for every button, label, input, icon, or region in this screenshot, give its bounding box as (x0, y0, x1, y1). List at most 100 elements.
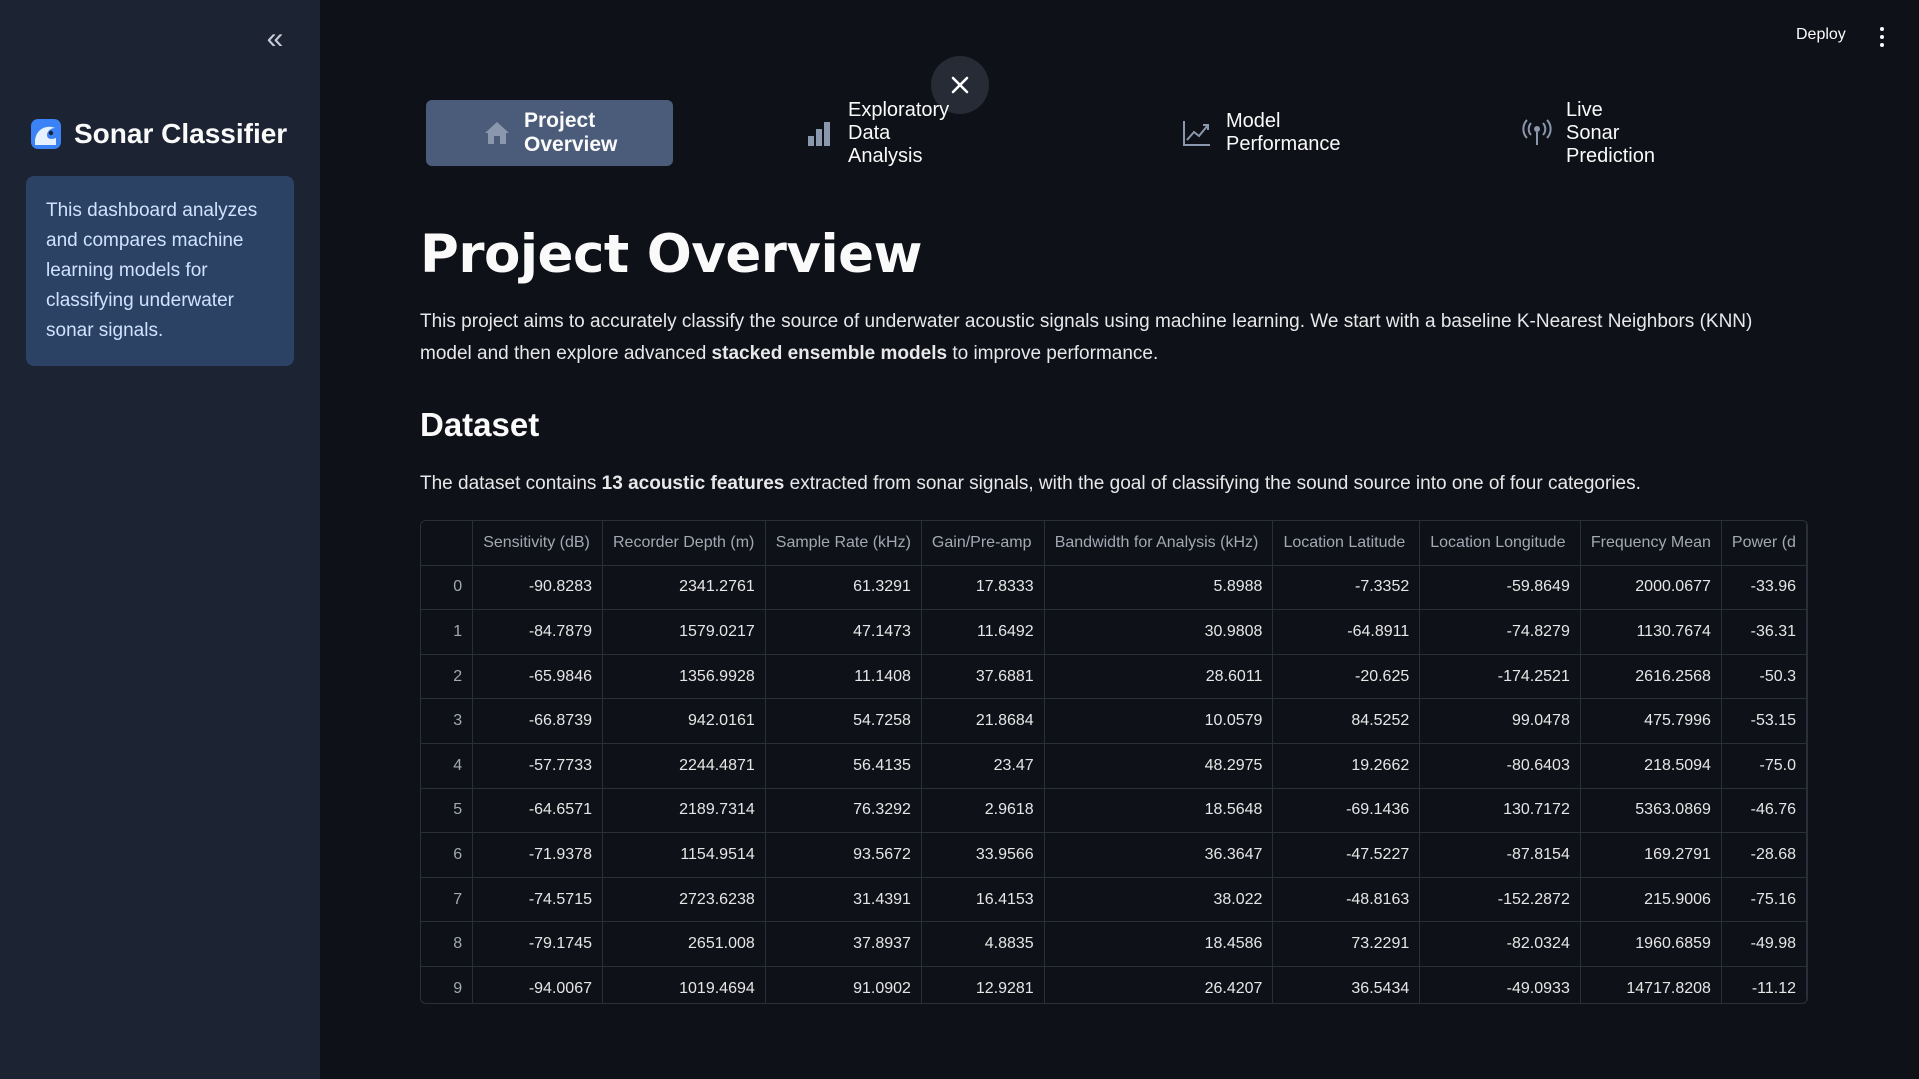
dataset-heading: Dataset (420, 406, 540, 443)
table-cell: -57.7733 (472, 743, 603, 789)
row-index: 6 (421, 832, 474, 878)
table-cell: 1960.6859 (1580, 921, 1722, 967)
table-cell: -80.6403 (1419, 743, 1581, 789)
table-cell: -64.8911 (1272, 609, 1421, 655)
page-title: Project Overview (420, 224, 923, 285)
sidebar-brand: Sonar Classifier (30, 118, 287, 150)
table-cell: 37.6881 (921, 654, 1045, 700)
table-cell: -50.3 (1721, 654, 1807, 700)
table-cell: 2723.6238 (602, 877, 766, 923)
table-cell: -66.8739 (472, 698, 603, 744)
table-cell: 17.8333 (921, 565, 1045, 611)
table-cell: 28.6011 (1044, 654, 1274, 700)
dataset-table[interactable]: Sensitivity (dB) Recorder Depth (m) Sample… (420, 520, 1808, 1004)
tab-label: Exploratory Data Analysis (848, 98, 950, 167)
table-row[interactable]: 2 -65.9846 1356.9928 11.1408 37.6881 28.6011 -… (421, 654, 1807, 700)
table-cell: -75.16 (1721, 877, 1807, 923)
table-cell: 14717.8208 (1580, 966, 1722, 1003)
table-cell: 5363.0869 (1580, 788, 1722, 834)
table-row[interactable]: 0 -90.8283 2341.2761 61.3291 17.8333 5.8988 -7… (421, 565, 1807, 611)
table-cell: 30.9808 (1044, 609, 1274, 655)
table-cell: -48.8163 (1272, 877, 1421, 923)
table-cell: -49.0933 (1419, 966, 1581, 1003)
table-row[interactable]: 6 -71.9378 1154.9514 93.5672 33.9566 36.3647-… (421, 832, 1807, 878)
column-header[interactable]: Location Longitude (1419, 521, 1581, 566)
column-header[interactable]: Location Latitude (1272, 521, 1421, 566)
table-cell: 12.9281 (921, 966, 1045, 1003)
table-cell: -152.2872 (1419, 877, 1581, 923)
intro-paragraph: This project aims to accurately classify… (420, 311, 1753, 364)
table-cell: -46.76 (1721, 788, 1807, 834)
row-index: 2 (421, 654, 474, 700)
table-cell: -33.96 (1721, 565, 1807, 611)
row-index: 9 (421, 966, 474, 1003)
table-cell: 47.1473 (765, 609, 922, 655)
column-header[interactable]: Gain/Pre-amp (921, 521, 1045, 566)
table-cell: 56.4135 (765, 743, 922, 789)
table-row[interactable]: 5 -64.6571 2189.7314 76.3292 2.9618 18.5648 -6… (421, 788, 1807, 834)
collapse-sidebar-icon[interactable]: « (258, 22, 292, 56)
table-cell: 73.2291 (1272, 921, 1421, 967)
table-cell: 61.3291 (765, 565, 922, 611)
table-cell: 130.7172 (1419, 788, 1581, 834)
table-cell: -75.0 (1721, 743, 1807, 789)
tab-live-sonar-prediction[interactable]: Live Sonar Prediction (1522, 99, 1655, 167)
table-cell: 169.2791 (1580, 832, 1722, 878)
table-row[interactable]: 9 -94.0067 1019.4694 91.0902 12.9281 26.4207 3… (421, 966, 1807, 1003)
table-cell: -69.1436 (1272, 788, 1421, 834)
table-cell: 54.7258 (765, 698, 922, 744)
column-header[interactable] (421, 521, 474, 566)
tab-model-performance[interactable]: Model Performance (1182, 100, 1341, 166)
table-cell: 16.4153 (921, 877, 1045, 923)
table-cell: 36.3647 (1044, 832, 1274, 878)
table-row[interactable]: 1 -84.7879 1579.0217 47.1473 11.6492 30.9808-… (421, 609, 1807, 655)
table-cell: 2616.2568 (1580, 654, 1722, 700)
table-cell: 942.0161 (602, 698, 766, 744)
table-cell: -74.8279 (1419, 609, 1581, 655)
column-header[interactable]: Bandwidth for Analysis (kHz) (1044, 521, 1274, 566)
table-cell: 91.0902 (765, 966, 922, 1003)
table-body: 0 -90.8283 2341.2761 61.3291 17.8333 5.8988 -7… (421, 565, 1807, 1003)
table-row[interactable]: 7 -74.5715 2723.6238 31.4391 16.4153 38.022 -4… (421, 877, 1807, 923)
table-cell: -36.31 (1721, 609, 1807, 655)
table-cell: 19.2662 (1272, 743, 1421, 789)
dataset-paragraph: The dataset contains 13 acoustic feature… (420, 473, 1641, 494)
table-cell: -11.12 (1721, 966, 1807, 1003)
table-cell: -59.8649 (1419, 565, 1581, 611)
table-row[interactable]: 8 -79.1745 2651.008 37.8937 4.8835 18.4586 73.… (421, 921, 1807, 967)
column-header[interactable]: Recorder Depth (m) (602, 521, 766, 566)
table-cell: 93.5672 (765, 832, 922, 878)
table-cell: -28.68 (1721, 832, 1807, 878)
table-cell: -71.9378 (472, 832, 603, 878)
table-cell: 10.0579 (1044, 698, 1274, 744)
table-cell: 1356.9928 (602, 654, 766, 700)
table-cell: 2651.008 (602, 921, 766, 967)
table-cell: 99.0478 (1419, 698, 1581, 744)
row-index: 5 (421, 788, 474, 834)
row-index: 4 (421, 743, 474, 789)
table-cell: -64.6571 (472, 788, 603, 834)
table-row[interactable]: 3 -66.8739 942.0161 54.7258 21.8684 10.0579 84… (421, 698, 1807, 744)
column-header[interactable]: Frequency Mean (1580, 521, 1722, 566)
main-menu-icon[interactable] (1872, 22, 1892, 52)
table-cell: -65.9846 (472, 654, 603, 700)
row-index: 8 (421, 921, 474, 967)
table-cell: 1579.0217 (602, 609, 766, 655)
table-cell: -74.5715 (472, 877, 603, 923)
table-cell: 11.1408 (765, 654, 922, 700)
tab-exploratory-data-analysis[interactable]: Exploratory Data Analysis (806, 98, 950, 167)
column-header[interactable]: Power (d (1721, 521, 1807, 566)
table-cell: 2189.7314 (602, 788, 766, 834)
table-row[interactable]: 4 -57.7733 2244.4871 56.4135 23.47 48.2975 19.… (421, 743, 1807, 789)
column-header[interactable]: Sensitivity (dB) (472, 521, 603, 566)
tab-project-overview[interactable]: Project Overview (426, 100, 674, 166)
table-cell: -47.5227 (1272, 832, 1421, 878)
table-cell: 2000.0677 (1580, 565, 1722, 611)
table-cell: 2.9618 (921, 788, 1045, 834)
sidebar: « Sonar Classifier This dashboard analyz… (0, 0, 320, 1079)
deploy-button[interactable]: Deploy (1796, 26, 1846, 44)
sonar-logo-icon (31, 119, 61, 149)
sidebar-info-box: This dashboard analyzes and compares mac… (26, 176, 294, 366)
column-header[interactable]: Sample Rate (kHz) (765, 521, 922, 566)
line-chart-icon (1183, 121, 1210, 146)
